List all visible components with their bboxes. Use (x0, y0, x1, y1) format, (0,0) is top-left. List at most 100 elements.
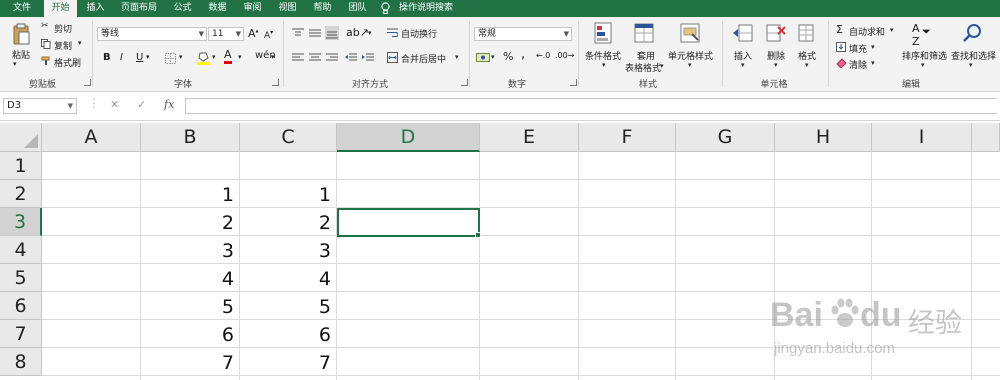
tab-view[interactable]: 视图 (271, 0, 304, 17)
increase-decimal-icon[interactable]: ←.0 (536, 51, 550, 60)
paste-icon[interactable] (12, 23, 30, 45)
tab-data[interactable]: 数据 (201, 0, 234, 17)
copy-dropdown-icon[interactable]: ▾ (78, 39, 82, 47)
column-header-g[interactable]: G (676, 123, 775, 152)
border-dropdown-icon[interactable]: ▾ (179, 53, 183, 61)
autosum-dropdown-icon[interactable]: ▾ (890, 26, 894, 34)
tab-team[interactable]: 团队 (341, 0, 374, 17)
alignment-launcher-icon[interactable] (461, 79, 468, 86)
currency-icon[interactable] (476, 52, 490, 63)
delete-dropdown-icon[interactable]: ▾ (774, 61, 778, 69)
format-dropdown-icon[interactable]: ▾ (805, 61, 809, 69)
phonetic-dropdown-icon[interactable]: ▾ (271, 53, 275, 61)
column-header-e[interactable]: E (480, 123, 579, 152)
row-header-3[interactable]: 3 (0, 208, 42, 236)
copy-button[interactable]: 复制 (54, 39, 72, 52)
fill-handle[interactable] (475, 232, 481, 238)
active-cell-d3[interactable] (337, 208, 481, 238)
orientation-icon[interactable]: ab↗ (346, 26, 369, 39)
fill-button[interactable]: 填充 (849, 42, 867, 55)
find-select-button[interactable]: 查找和选择 (951, 49, 996, 62)
cell-c4[interactable]: 3 (240, 236, 337, 264)
orientation-dropdown-icon[interactable]: ▾ (368, 29, 372, 37)
column-header-i[interactable]: I (872, 123, 972, 152)
paste-dropdown-icon[interactable]: ▾ (13, 60, 17, 68)
fill-color-icon[interactable] (197, 51, 210, 65)
cell-c6[interactable]: 5 (240, 292, 337, 320)
name-box[interactable]: D3 ▼ (3, 98, 77, 114)
fill-color-dropdown-icon[interactable]: ▾ (212, 53, 216, 61)
cell-c3[interactable]: 2 (240, 208, 337, 236)
percent-button[interactable]: % (503, 50, 513, 63)
format-as-table-dropdown-icon[interactable]: ▾ (660, 62, 664, 70)
cell-b5[interactable]: 4 (141, 264, 240, 292)
align-bottom-icon[interactable] (325, 26, 339, 40)
cancel-icon[interactable]: ✕ (110, 98, 119, 111)
clear-dropdown-icon[interactable]: ▾ (871, 59, 875, 67)
underline-button[interactable]: U (136, 52, 143, 63)
format-cells-icon[interactable] (797, 23, 817, 43)
insert-function-icon[interactable]: fx (164, 98, 174, 111)
align-middle-icon[interactable] (309, 28, 321, 38)
underline-dropdown-icon[interactable]: ▾ (146, 53, 150, 61)
merge-dropdown-icon[interactable]: ▾ (455, 53, 459, 61)
row-header-4[interactable]: 4 (0, 236, 42, 264)
font-launcher-icon[interactable] (272, 79, 279, 86)
row-header-8[interactable]: 8 (0, 348, 42, 376)
formula-input[interactable] (185, 98, 997, 114)
format-painter-button[interactable]: 格式刷 (54, 56, 81, 69)
row-header-2[interactable]: 2 (0, 180, 42, 208)
clipboard-launcher-icon[interactable] (84, 79, 91, 86)
insert-cells-icon[interactable] (733, 23, 753, 43)
cell-b3[interactable]: 2 (141, 208, 240, 236)
cell-b8[interactable]: 7 (141, 348, 240, 376)
cell-c8[interactable]: 7 (240, 348, 337, 376)
row-header-1[interactable]: 1 (0, 152, 42, 180)
font-color-button[interactable]: A (224, 49, 232, 64)
column-header-j[interactable] (972, 123, 1000, 152)
delete-cells-icon[interactable] (766, 23, 786, 43)
sort-dropdown-icon[interactable]: ▾ (921, 61, 925, 69)
conditional-format-icon[interactable] (594, 22, 616, 46)
font-name-select[interactable]: 等线 ▼ (97, 27, 207, 41)
cell-b7[interactable]: 6 (141, 320, 240, 348)
row-header-7[interactable]: 7 (0, 320, 42, 348)
comma-button[interactable]: , (521, 47, 525, 62)
increase-font-button[interactable]: A▴ (248, 27, 259, 40)
tab-review[interactable]: 审阅 (236, 0, 269, 17)
cell-styles-icon[interactable] (680, 22, 702, 46)
conditional-format-dropdown-icon[interactable]: ▾ (602, 61, 606, 69)
cell-styles-dropdown-icon[interactable]: ▾ (688, 61, 692, 69)
align-top-icon[interactable] (292, 28, 304, 38)
row-header-6[interactable]: 6 (0, 292, 42, 320)
cell-b2[interactable]: 1 (141, 180, 240, 208)
decrease-decimal-icon[interactable]: .00→ (555, 51, 574, 60)
number-format-select[interactable]: 常规 ▼ (474, 27, 572, 41)
font-color-dropdown-icon[interactable]: ▾ (238, 53, 242, 61)
tab-formulas[interactable]: 公式 (166, 0, 199, 17)
italic-button[interactable]: I (120, 52, 123, 63)
column-header-b[interactable]: B (141, 123, 240, 152)
tab-insert[interactable]: 插入 (79, 0, 112, 17)
format-as-table-icon[interactable] (634, 22, 656, 46)
tab-home[interactable]: 开始 (44, 0, 77, 17)
select-all-button[interactable] (0, 123, 42, 152)
cell-c5[interactable]: 4 (240, 264, 337, 292)
increase-indent-icon[interactable] (362, 53, 374, 63)
column-header-h[interactable]: H (775, 123, 872, 152)
merge-center-button[interactable]: 合并后居中 (401, 52, 446, 65)
decrease-font-button[interactable]: A▾ (264, 29, 273, 41)
cell-b6[interactable]: 5 (141, 292, 240, 320)
format-as-table-button[interactable]: 表格格式 (625, 61, 661, 74)
border-icon[interactable] (165, 53, 176, 64)
tab-page-layout[interactable]: 页面布局 (114, 0, 164, 17)
enter-icon[interactable]: ✓ (137, 98, 146, 111)
fill-dropdown-icon[interactable]: ▾ (871, 43, 875, 51)
cell-c7[interactable]: 6 (240, 320, 337, 348)
cell-b4[interactable]: 3 (141, 236, 240, 264)
cell-c2[interactable]: 1 (240, 180, 337, 208)
cut-button[interactable]: 剪切 (54, 22, 72, 35)
bold-button[interactable]: B (103, 52, 111, 63)
wrap-text-button[interactable]: 自动换行 (401, 27, 437, 40)
column-header-d[interactable]: D (337, 123, 480, 152)
